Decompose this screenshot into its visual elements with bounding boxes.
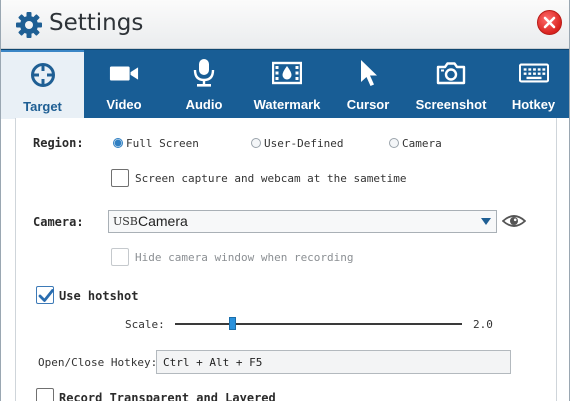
camera-select[interactable]: USB Camera <box>108 210 497 233</box>
scale-slider-track[interactable] <box>175 323 462 325</box>
eye-preview-icon[interactable] <box>502 212 526 230</box>
close-icon <box>543 16 556 29</box>
tab-label: Target <box>23 99 62 114</box>
tab-target[interactable]: Target <box>1 50 84 119</box>
radio-full-screen[interactable] <box>113 138 123 148</box>
video-camera-icon <box>109 60 139 86</box>
tab-cursor[interactable]: Cursor <box>330 50 406 119</box>
camera-label: Camera: <box>33 215 84 229</box>
target-settings-panel: Region: Full Screen User-Defined Camera … <box>15 118 557 401</box>
title-bar: Settings <box>1 0 569 49</box>
tab-label: Cursor <box>346 97 390 112</box>
record-transparent-checkbox[interactable] <box>36 388 54 401</box>
scale-value: 2.0 <box>473 318 493 331</box>
use-hotshot-checkbox[interactable] <box>36 286 54 304</box>
use-hotshot-label: Use hotshot <box>59 289 139 303</box>
tab-label: Screenshot <box>415 97 487 112</box>
tab-hotkey[interactable]: Hotkey <box>496 50 569 119</box>
gear-icon <box>16 12 42 38</box>
watermark-film-icon <box>272 60 302 86</box>
radio-user-defined-label: User-Defined <box>264 137 344 150</box>
tab-bar: Target Video Audio Watermark Cursor Scre… <box>1 49 569 119</box>
radio-full-screen-label: Full Screen <box>126 137 199 150</box>
region-label: Region: <box>33 136 84 150</box>
hide-camera-window-checkbox[interactable] <box>111 248 129 266</box>
hide-camera-window-label: Hide camera window when recording <box>135 251 354 264</box>
tab-label: Audio <box>185 97 223 112</box>
radio-camera[interactable] <box>389 138 399 148</box>
dropdown-arrow-icon <box>481 218 491 225</box>
webcam-sametime-label: Screen capture and webcam at the sametim… <box>135 172 407 185</box>
close-button[interactable] <box>537 10 562 35</box>
camera-select-prefix: USB <box>113 215 138 228</box>
record-transparent-label: Record Transparent and Layered <box>59 391 276 401</box>
tab-video[interactable]: Video <box>84 50 164 119</box>
hotkey-input-value: Ctrl + Alt + F5 <box>163 356 263 369</box>
crosshair-icon <box>28 62 58 88</box>
tab-audio[interactable]: Audio <box>164 50 244 119</box>
hotkey-input[interactable]: Ctrl + Alt + F5 <box>156 350 511 374</box>
window-title: Settings <box>49 10 144 36</box>
tab-label: Video <box>106 97 142 112</box>
cursor-arrow-icon <box>353 60 383 86</box>
tab-label: Watermark <box>253 97 321 112</box>
camera-icon <box>436 60 466 86</box>
scale-label: Scale: <box>125 318 165 331</box>
settings-window: Settings Target Video Audio Watermark Cu… <box>0 0 570 401</box>
keyboard-icon <box>518 60 549 86</box>
camera-select-value: Camera <box>138 213 188 229</box>
microphone-icon <box>189 59 219 87</box>
checkmark-icon <box>38 289 54 302</box>
radio-user-defined[interactable] <box>251 138 261 148</box>
hotkey-label: Open/Close Hotkey: <box>38 356 158 369</box>
tab-watermark[interactable]: Watermark <box>244 50 330 119</box>
radio-camera-label: Camera <box>402 137 442 150</box>
scale-slider-thumb[interactable] <box>228 317 236 330</box>
webcam-sametime-checkbox[interactable] <box>111 169 129 187</box>
tab-screenshot[interactable]: Screenshot <box>406 50 496 119</box>
tab-label: Hotkey <box>511 97 556 112</box>
